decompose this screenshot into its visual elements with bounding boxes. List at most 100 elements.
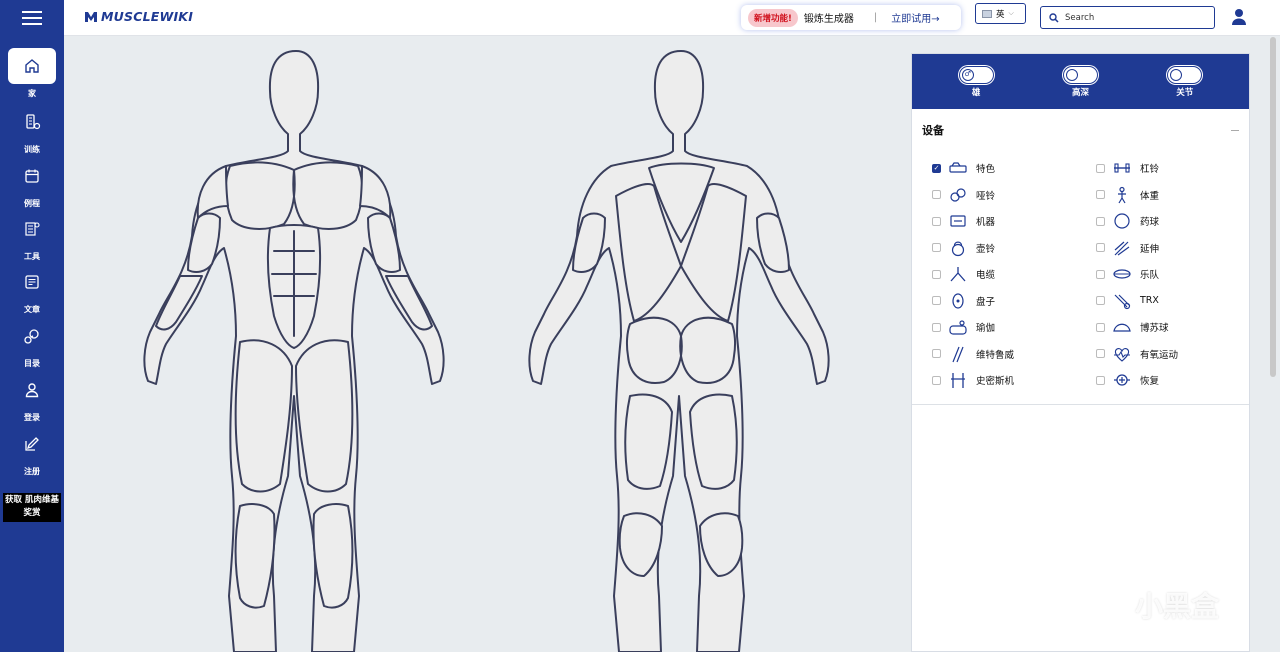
equipment-checkbox[interactable] (932, 375, 941, 385)
equipment-item-dumbbell[interactable]: 哑铃 (932, 186, 1096, 204)
equipment-checkbox[interactable] (932, 269, 941, 279)
equipment-checkbox[interactable] (1096, 322, 1105, 332)
search-input[interactable] (1065, 12, 1205, 23)
equipment-label: 杠铃 (1140, 164, 1160, 175)
equipment-item-featured[interactable]: ✓ 特色 (932, 159, 1096, 177)
equipment-item-bodyweight[interactable]: 体重 (1096, 186, 1260, 204)
new-feature-badge: 新增功能! (748, 8, 798, 27)
equipment-header[interactable]: 设备 (912, 109, 1249, 151)
equipment-checkbox[interactable] (1096, 375, 1105, 385)
medicine-ball-icon (1112, 212, 1132, 230)
language-select[interactable]: 英 ⌵ (975, 3, 1026, 24)
rewards-promo[interactable]: 获取 肌肉维基奖赏 (3, 493, 61, 522)
flag-icon (982, 9, 992, 18)
equipment-label: 壶铃 (976, 243, 996, 255)
smith-machine-icon (948, 371, 968, 389)
sidebar-item-directory[interactable]: 目录 (0, 318, 64, 369)
sidebar-item-home[interactable]: 家 (0, 48, 64, 99)
filter-toggles: ♂ 雄 高深 关节 (912, 54, 1249, 109)
front-head[interactable] (143, 50, 445, 652)
equipment-label: 电缆 (976, 270, 996, 281)
yoga-icon (948, 318, 968, 336)
front-calves[interactable] (234, 503, 354, 609)
home-icon (8, 48, 56, 84)
joint-toggle[interactable]: 关节 (1167, 65, 1203, 98)
equipment-item-trx[interactable]: TRX (1096, 292, 1260, 310)
logo-text: MUSCLEWIKI (101, 9, 194, 24)
language-value: 英 (996, 9, 1005, 20)
toggle-switch[interactable]: ♂ (958, 65, 994, 84)
equipment-item-smith-machine[interactable]: 史密斯机 (932, 371, 1096, 389)
equipment-item-band[interactable]: 乐队 (1096, 265, 1260, 283)
sidebar-item-label: 家 (28, 89, 36, 98)
equipment-checkbox[interactable] (932, 190, 941, 199)
plate-icon (948, 292, 968, 310)
equipment-label: 恢复 (1140, 376, 1160, 387)
equipment-item-machine[interactable]: 机器 (932, 212, 1096, 230)
sidebar-item-workout[interactable]: 训练 (0, 104, 64, 155)
article-icon (8, 264, 56, 300)
equipment-checkbox[interactable] (1096, 163, 1105, 173)
promo-separator: | (873, 12, 878, 23)
logo-icon (85, 11, 97, 22)
equipment-checkbox[interactable] (1096, 243, 1105, 252)
gender-toggle[interactable]: ♂ 雄 (958, 65, 994, 98)
equipment-checkbox[interactable] (1096, 269, 1105, 279)
page-scrollbar[interactable] (1270, 37, 1276, 377)
equipment-item-stretch[interactable]: 延伸 (1096, 239, 1260, 257)
recovery-icon (1112, 371, 1132, 389)
toggle-switch[interactable] (1167, 65, 1203, 84)
equipment-label: TRX (1140, 295, 1159, 306)
machine-icon (948, 212, 968, 230)
workout-icon (8, 104, 56, 140)
equipment-item-bosu-ball[interactable]: 博苏球 (1096, 318, 1260, 336)
collapse-icon[interactable] (1231, 129, 1239, 131)
back-calves[interactable] (618, 512, 744, 577)
sidebar-item-articles[interactable]: 文章 (0, 264, 64, 315)
equipment-item-cardio[interactable]: 有氧运动 (1096, 345, 1260, 363)
equipment-checkbox[interactable]: ✓ (932, 163, 941, 173)
filter-panel: ♂ 雄 高深 关节 设备 ✓ 特色 杠铃 哑铃 体重 机器 药球 壶铃 延伸 电缆 乐队 盘子 TRX 瑜… (911, 53, 1250, 652)
equipment-item-medicine-ball[interactable]: 药球 (1096, 212, 1260, 230)
joint-icon (1170, 68, 1183, 81)
try-now-link[interactable]: 立即试用→ (891, 10, 939, 25)
equipment-label: 特色 (976, 164, 996, 175)
equipment-checkbox[interactable] (932, 349, 941, 358)
toggle-label: 关节 (1176, 87, 1194, 98)
equipment-item-yoga[interactable]: 瑜伽 (932, 318, 1096, 336)
equipment-checkbox[interactable] (1096, 216, 1105, 226)
equipment-item-recovery[interactable]: 恢复 (1096, 371, 1260, 389)
sidebar-item-register[interactable]: 注册 (0, 426, 64, 477)
menu-icon[interactable] (22, 11, 42, 25)
equipment-item-kettlebell[interactable]: 壶铃 (932, 239, 1096, 257)
equipment-item-cable[interactable]: 电缆 (932, 265, 1096, 283)
equipment-checkbox[interactable] (932, 322, 941, 332)
top-bar: MUSCLEWIKI 新增功能! 锻炼生成器 | 立即试用→ 英 ⌵ (64, 0, 1280, 36)
equipment-label: 史密斯机 (976, 376, 1015, 387)
equipment-title: 设备 (922, 124, 944, 137)
sidebar-item-label: 工具 (24, 252, 40, 261)
equipment-item-barbell[interactable]: 杠铃 (1096, 159, 1260, 177)
male-icon: ♂ (961, 68, 974, 81)
equipment-checkbox[interactable] (1096, 190, 1105, 199)
equipment-item-plate[interactable]: 盘子 (932, 292, 1096, 310)
equipment-checkbox[interactable] (932, 243, 941, 252)
sidebar-item-tools[interactable]: 工具 (0, 211, 64, 262)
sidebar-item-login[interactable]: 登录 (0, 372, 64, 423)
equipment-checkbox[interactable] (932, 296, 941, 305)
toggle-switch[interactable] (1062, 65, 1098, 84)
account-icon[interactable] (1231, 8, 1247, 30)
search-box[interactable] (1040, 6, 1215, 29)
equipment-checkbox[interactable] (932, 216, 941, 226)
band-icon (1112, 265, 1132, 283)
equipment-label: 机器 (976, 217, 996, 228)
sidebar-item-routines[interactable]: 例程 (0, 158, 64, 209)
equipment-checkbox[interactable] (1096, 296, 1105, 305)
level-toggle[interactable]: 高深 (1062, 65, 1098, 98)
logo[interactable]: MUSCLEWIKI (84, 9, 193, 24)
equipment-checkbox[interactable] (1096, 349, 1105, 358)
workout-generator-promo[interactable]: 新增功能! 锻炼生成器 | 立即试用→ (741, 5, 961, 30)
level-icon (1065, 68, 1078, 81)
equipment-item-vitruvian[interactable]: 维特鲁威 (932, 345, 1096, 363)
watermark-logo-icon (1090, 588, 1128, 622)
